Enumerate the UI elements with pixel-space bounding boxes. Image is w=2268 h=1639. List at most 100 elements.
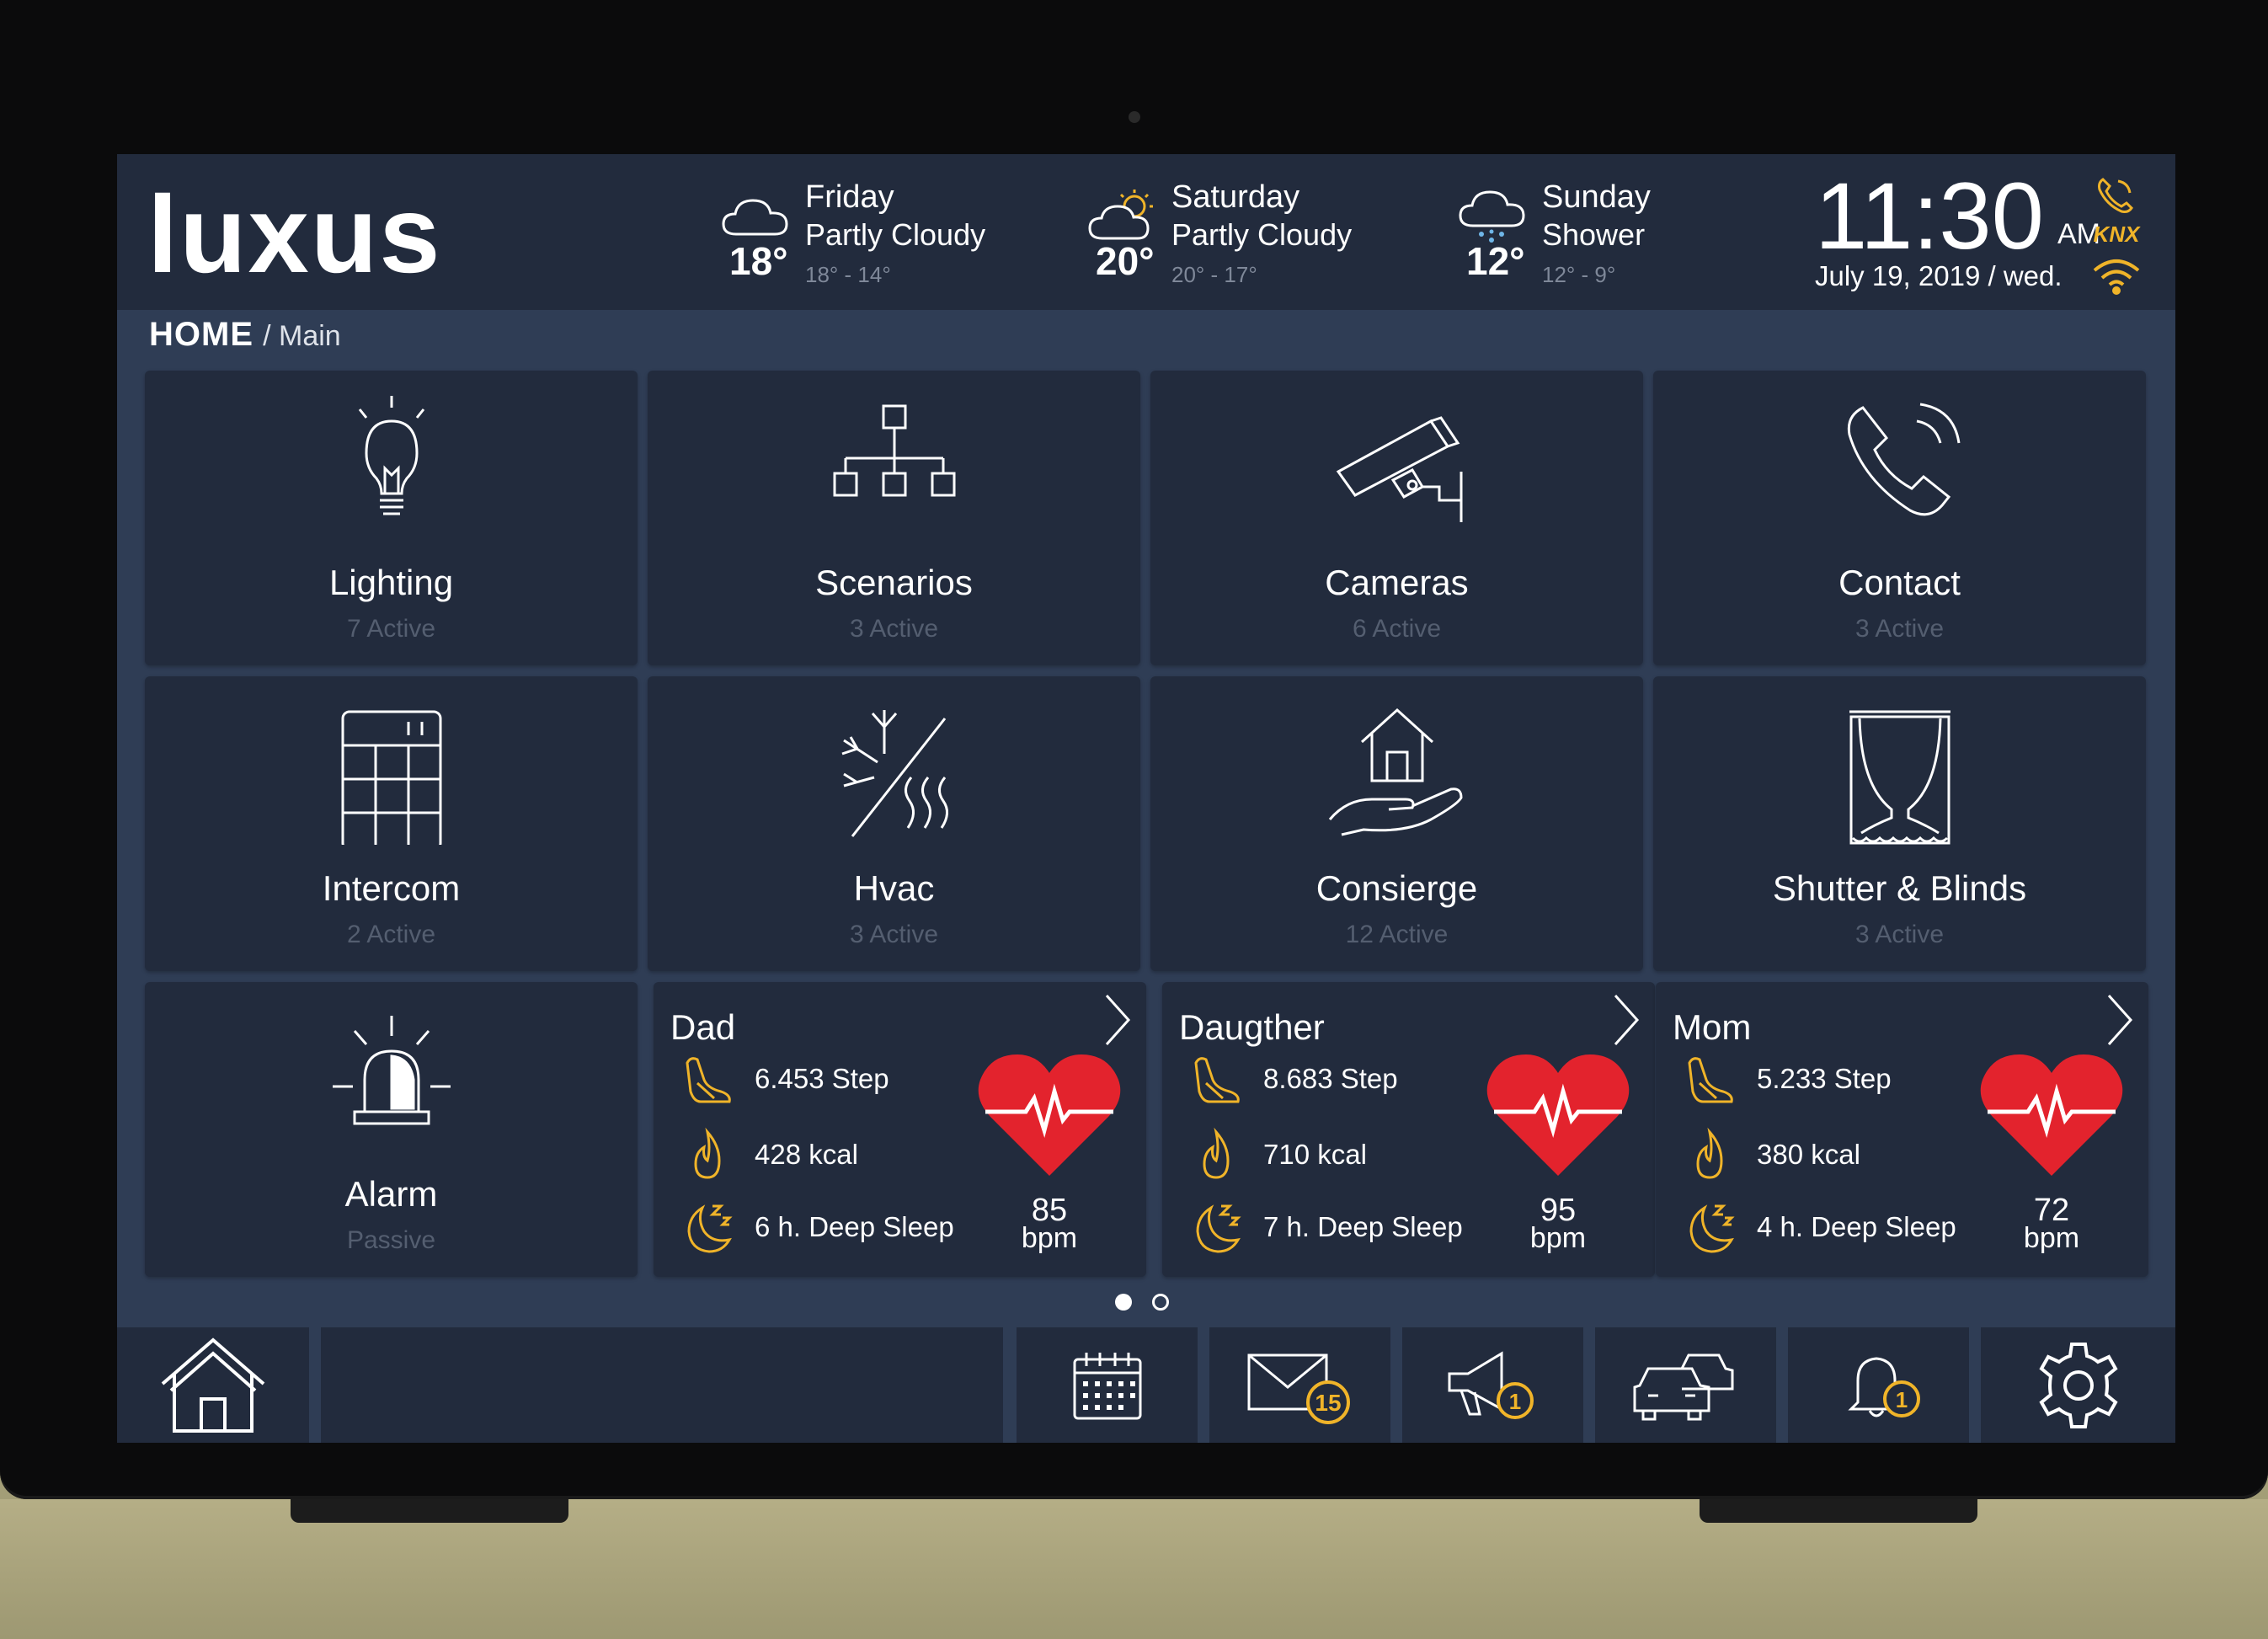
- footsteps-icon: [686, 1057, 731, 1103]
- weather-temp: 12°: [1466, 239, 1525, 283]
- notify-badge-count: 1: [1895, 1387, 1907, 1412]
- heart-rate-icon: [978, 1054, 1121, 1176]
- tile-status: 7 Active: [346, 615, 436, 643]
- page-dot[interactable]: [1152, 1294, 1169, 1311]
- device-foot-left: [291, 1499, 568, 1523]
- tile-name: Hvac: [853, 868, 935, 908]
- gear-icon: [2038, 1342, 2118, 1428]
- settings-button[interactable]: [1981, 1327, 2175, 1443]
- health-person-name: Dad: [670, 1007, 736, 1047]
- page-dot-active[interactable]: [1115, 1294, 1132, 1311]
- tile-status: 3 Active: [849, 615, 939, 643]
- calendar-icon: [1073, 1352, 1141, 1419]
- steps-row: 8.683 Step: [1187, 1049, 1491, 1108]
- weather-day: Saturday: [1171, 179, 1300, 215]
- weather-range: 12° - 9°: [1542, 262, 1616, 287]
- mail-badge-count: 15: [1315, 1390, 1341, 1416]
- tile-contact[interactable]: Contact 3 Active: [1653, 371, 2146, 665]
- announcements-button[interactable]: 1: [1402, 1327, 1583, 1443]
- kcal-value: 710 kcal: [1263, 1139, 1367, 1170]
- tile-lighting[interactable]: Lighting 7 Active: [145, 371, 638, 665]
- home-button[interactable]: [117, 1327, 309, 1443]
- tile-name: Cameras: [1325, 563, 1469, 602]
- kcal-row: 428 kcal: [679, 1125, 982, 1184]
- header: luxus Friday Partly Cloudy 18° 18° - 14°…: [117, 154, 2175, 310]
- sleep-moon-icon: [1196, 1204, 1241, 1253]
- megaphone-icon: 1: [1448, 1350, 1534, 1419]
- knx-label: KNX: [2094, 222, 2142, 247]
- weather-temp: 18°: [729, 239, 788, 283]
- sleep-row: 4 h. Deep Sleep: [1681, 1198, 1984, 1257]
- tile-status: 3 Active: [1854, 921, 1945, 948]
- status-icons: KNX: [2088, 171, 2147, 297]
- calendar-button[interactable]: [1017, 1327, 1198, 1443]
- kcal-row: 380 kcal: [1681, 1125, 1984, 1184]
- tile-name: Intercom: [322, 868, 461, 908]
- flame-icon: [1696, 1127, 1723, 1179]
- weather-range: 20° - 17°: [1171, 262, 1257, 287]
- tile-consierge[interactable]: Consierge 12 Active: [1150, 676, 1643, 971]
- sleep-moon-icon: [1689, 1204, 1735, 1253]
- sleep-row: 7 h. Deep Sleep: [1187, 1198, 1491, 1257]
- hierarchy-icon: [833, 404, 955, 497]
- kcal-value: 380 kcal: [1757, 1139, 1860, 1170]
- sleep-moon-icon: [687, 1204, 733, 1253]
- breadcrumb-home[interactable]: HOME: [149, 316, 253, 353]
- weather-condition: Shower: [1542, 217, 1646, 252]
- weather-condition: Partly Cloudy: [805, 217, 986, 252]
- clock-date: July 19, 2019 / wed.: [1815, 260, 2063, 291]
- footsteps-icon: [1194, 1057, 1240, 1103]
- flame-icon: [694, 1127, 721, 1179]
- tile-name: Lighting: [328, 563, 454, 602]
- footsteps-icon: [1688, 1057, 1733, 1103]
- bottom-bar-spacer: [321, 1327, 1003, 1443]
- brand-logo: luxus: [147, 173, 442, 296]
- kcal-row: 710 kcal: [1187, 1125, 1491, 1184]
- health-person-name: Mom: [1673, 1007, 1752, 1047]
- sleep-value: 7 h. Deep Sleep: [1263, 1211, 1463, 1242]
- steps-value: 5.233 Step: [1757, 1063, 1892, 1094]
- tile-name: Contact: [1838, 563, 1961, 602]
- bpm-unit: bpm: [1021, 1222, 1078, 1254]
- steps-row: 5.233 Step: [1681, 1049, 1984, 1108]
- sleep-row: 6 h. Deep Sleep: [679, 1198, 982, 1257]
- flame-icon: [1203, 1127, 1230, 1179]
- house-hand-icon: [1328, 707, 1463, 836]
- tile-scenarios[interactable]: Scenarios 3 Active: [648, 371, 1140, 665]
- tile-shutter-blinds[interactable]: Shutter & Blinds 3 Active: [1653, 676, 2146, 971]
- tile-cameras[interactable]: Cameras 6 Active: [1150, 371, 1643, 665]
- intercom-icon: [341, 710, 441, 845]
- breadcrumb-current: / Main: [263, 320, 341, 352]
- tile-status: Passive: [346, 1226, 436, 1254]
- parking-button[interactable]: [1595, 1327, 1776, 1443]
- weather-range: 18° - 14°: [805, 262, 891, 287]
- heart-rate-icon: [1486, 1054, 1630, 1176]
- health-card-daugther[interactable]: Daugther 8.683 Step 710 kcal 7 h. Deep S…: [1162, 982, 1655, 1277]
- phone-status-icon: [2098, 178, 2133, 213]
- tile-intercom[interactable]: Intercom 2 Active: [145, 676, 638, 971]
- sleep-value: 4 h. Deep Sleep: [1757, 1211, 1956, 1242]
- tile-status: 6 Active: [1352, 615, 1442, 643]
- device-foot-right: [1700, 1499, 1977, 1523]
- curtains-icon: [1849, 710, 1950, 845]
- chevron-right-icon[interactable]: [1100, 990, 1134, 1049]
- phone-icon: [1847, 403, 1960, 516]
- notifications-button[interactable]: 1: [1788, 1327, 1969, 1443]
- tile-status: 3 Active: [849, 921, 939, 948]
- heart-rate-icon: [1980, 1054, 2123, 1176]
- weather-day: Sunday: [1542, 179, 1651, 215]
- chevron-right-icon[interactable]: [1609, 990, 1642, 1049]
- tile-status: 3 Active: [1854, 615, 1945, 643]
- messages-button[interactable]: 15: [1209, 1327, 1390, 1443]
- tile-status: 2 Active: [346, 921, 436, 948]
- health-card-mom[interactable]: Mom 5.233 Step 380 kcal 4 h. Deep Sleep …: [1656, 982, 2148, 1277]
- alarm-siren-icon: [332, 1016, 451, 1125]
- tile-hvac[interactable]: Hvac 3 Active: [648, 676, 1140, 971]
- tile-alarm[interactable]: Alarm Passive: [145, 982, 638, 1277]
- hvac-icon: [841, 710, 948, 837]
- knx-icon: KNX: [2094, 222, 2142, 247]
- kcal-value: 428 kcal: [755, 1139, 858, 1170]
- tile-name: Shutter & Blinds: [1772, 868, 2027, 908]
- chevron-right-icon[interactable]: [2102, 990, 2136, 1049]
- health-card-dad[interactable]: Dad 6.453 Step 428 kcal 6 h. Deep Sleep …: [654, 982, 1146, 1277]
